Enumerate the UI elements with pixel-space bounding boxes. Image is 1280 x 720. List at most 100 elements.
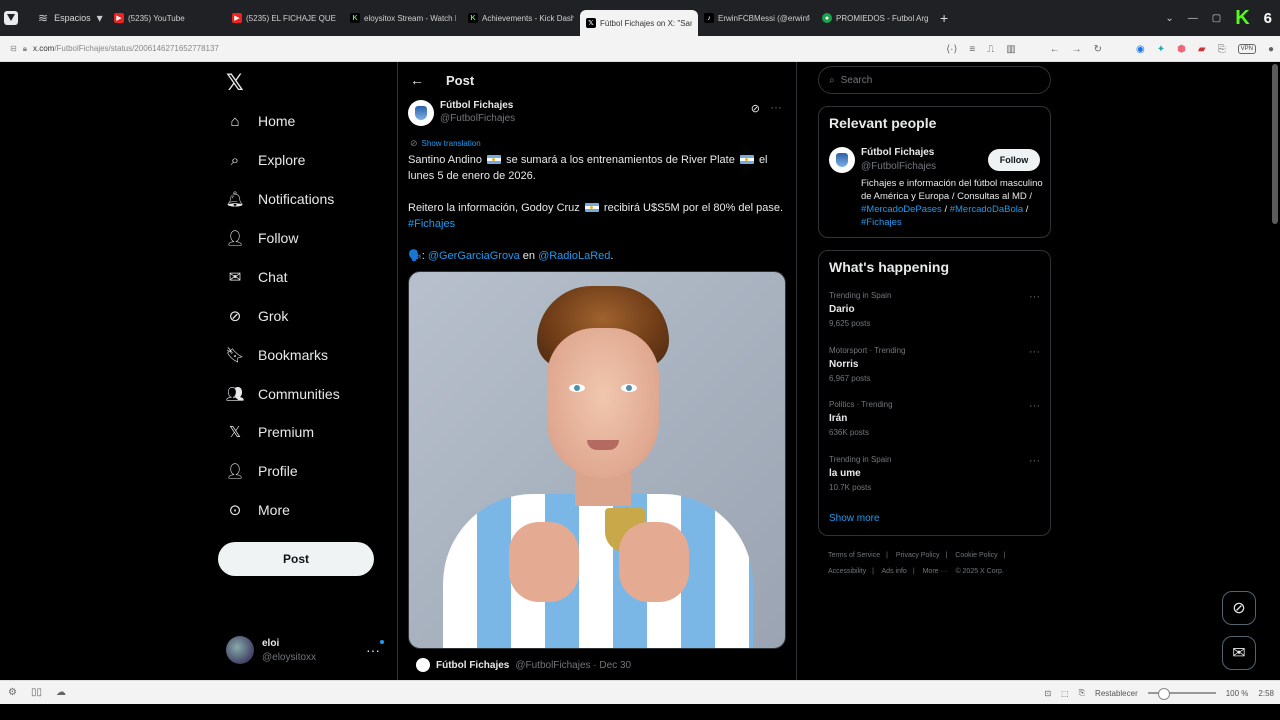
footer-link[interactable]: Accessibility xyxy=(828,568,866,575)
nav-chat[interactable]: ✉ Chat xyxy=(226,265,288,289)
more-icon: ··· xyxy=(366,642,380,658)
minimize-icon[interactable]: — xyxy=(1188,13,1198,24)
more-icon[interactable]: ··· xyxy=(1029,346,1040,358)
mention-link[interactable]: @GerGarciaGrova xyxy=(428,250,520,262)
speaking-head-icon: 🗣️: xyxy=(408,250,425,262)
nav-explore[interactable]: ⌕ Explore xyxy=(226,148,306,172)
window-controls: ⌄ — ▢ K 6 xyxy=(1165,0,1280,36)
forward-icon[interactable]: → xyxy=(1072,44,1082,55)
relevant-people-panel: Relevant people Fútbol Fichajes @FutbolF… xyxy=(818,106,1051,238)
extension-icon[interactable]: ◉ xyxy=(1136,44,1145,55)
extension-icon[interactable]: ⬢ xyxy=(1177,44,1186,55)
relevant-person-handle[interactable]: @FutbolFichajes xyxy=(861,161,936,172)
post-image[interactable] xyxy=(408,271,786,649)
nav-grok[interactable]: ⊘ Grok xyxy=(226,304,289,328)
back-icon[interactable]: ← xyxy=(1050,44,1060,55)
trend-item[interactable]: Politics · Trending Irán 636K posts ··· xyxy=(829,400,1042,444)
hashtag-link[interactable]: #Fichajes xyxy=(408,218,455,230)
tab-x-post[interactable]: 𝕏 Fútbol Fichajes on X: "Sant xyxy=(580,10,698,36)
profile-icon[interactable]: ● xyxy=(1268,44,1274,55)
footer-link[interactable]: Cookie Policy xyxy=(955,552,997,559)
tab-promiedos[interactable]: ● PROMIEDOS - Futbol Argen xyxy=(816,6,934,30)
author-avatar[interactable] xyxy=(408,100,434,126)
grok-icon[interactable]: ⊘ xyxy=(751,102,760,115)
follow-button[interactable]: Follow xyxy=(988,149,1040,171)
more-icon[interactable]: ··· xyxy=(770,100,782,114)
more-icon[interactable]: ··· xyxy=(1029,291,1040,303)
tab-youtube[interactable]: ▶ (5235) YouTube xyxy=(108,6,226,30)
hashtag-link[interactable]: #MercadoDePases xyxy=(861,204,942,215)
extension-icon[interactable]: ⎘ xyxy=(1218,44,1226,55)
site-info-icon[interactable]: ⊟ xyxy=(10,44,17,53)
tab-kick-stream[interactable]: K eloysitox Stream - Watch Li xyxy=(344,6,462,30)
nav-communities[interactable]: 👥︎ Communities xyxy=(225,382,339,406)
tiling-icon[interactable]: ⬚ xyxy=(1061,689,1069,698)
author-avatar[interactable] xyxy=(829,147,855,173)
maximize-icon[interactable]: ▢ xyxy=(1212,13,1221,24)
extension-icon[interactable]: ▰ xyxy=(1198,44,1206,55)
author-handle[interactable]: @FutbolFichajes xyxy=(440,113,515,124)
settings-icon[interactable]: ⚙ xyxy=(8,687,17,698)
kick-overlay-count: 6 xyxy=(1263,9,1272,27)
show-more-link[interactable]: Show more xyxy=(829,513,880,524)
page-scrollbar[interactable] xyxy=(1272,64,1278,224)
trend-item[interactable]: Trending in Spain la ume 10.7K posts ··· xyxy=(829,455,1042,499)
nav-notifications[interactable]: 🔔︎ Notifications xyxy=(225,187,334,211)
footer-link[interactable]: Ads info xyxy=(882,568,907,575)
nav-profile[interactable]: 👤︎ Profile xyxy=(225,459,297,483)
post-button[interactable]: Post xyxy=(218,542,374,576)
page-actions-icon[interactable]: ⎘ xyxy=(1079,688,1085,698)
account-switcher[interactable]: eloi @eloysitoxx ··· xyxy=(226,636,386,666)
reader-icon[interactable]: ⟨·⟩ xyxy=(946,44,957,55)
hashtag-link[interactable]: #MercadoDaBola xyxy=(950,204,1023,215)
relevant-person-name[interactable]: Fútbol Fichajes xyxy=(861,147,934,158)
tab-list-icon[interactable]: ⌄ xyxy=(1165,13,1173,24)
vivaldi-menu-icon[interactable] xyxy=(4,11,18,25)
zoom-reset-button[interactable]: Restablecer xyxy=(1095,689,1138,698)
footer-link[interactable]: Privacy Policy xyxy=(896,552,940,559)
messages-floating-button[interactable]: ✉ xyxy=(1222,636,1256,670)
screen-bottom-edge xyxy=(0,704,1280,720)
url-field[interactable]: ⊟ 🔒︎ x.com/FutbolFichajes/status/2006146… xyxy=(10,44,219,54)
x-logo-icon[interactable]: 𝕏 xyxy=(226,70,244,96)
spaces-button[interactable]: ≋ Espacios ▾ xyxy=(38,11,108,25)
panel-toggle-icon[interactable]: ▯▯ xyxy=(31,687,42,698)
panel-icon[interactable]: ▥ xyxy=(1006,44,1015,55)
trend-item[interactable]: Motorsport · Trending Norris 6,967 posts… xyxy=(829,346,1042,390)
reload-icon[interactable]: ↻ xyxy=(1094,44,1102,55)
search-input[interactable]: ⌕ Search xyxy=(818,66,1051,94)
new-tab-button[interactable]: + xyxy=(940,10,948,26)
bookmark-page-icon[interactable]: ⎍ xyxy=(987,44,994,55)
nav-premium[interactable]: 𝕏 Premium xyxy=(226,420,314,444)
mention-link[interactable]: @RadioLaRed xyxy=(538,250,610,262)
footer-link[interactable]: Terms of Service xyxy=(828,552,880,559)
relevant-people-title: Relevant people xyxy=(829,115,937,131)
footer-link[interactable]: More ··· xyxy=(923,568,948,575)
nav-home[interactable]: ⌂ Home xyxy=(226,109,295,133)
more-icon[interactable]: ··· xyxy=(1029,400,1040,412)
search-icon: ⌕ xyxy=(829,74,835,86)
tab-youtube-video[interactable]: ▶ (5235) EL FICHAJE QUE NO xyxy=(226,6,344,30)
grok-floating-button[interactable]: ⊘ xyxy=(1222,591,1256,625)
post-author: Fútbol Fichajes @FutbolFichajes ⊘ ··· xyxy=(408,98,788,128)
tab-kick-dashboard[interactable]: K Achievements - Kick Dashb xyxy=(462,6,580,30)
vpn-button[interactable]: VPN xyxy=(1237,44,1256,54)
cloud-sync-icon[interactable]: ☁ xyxy=(56,687,66,698)
capture-icon[interactable]: ⊡ xyxy=(1044,689,1051,698)
list-icon[interactable]: ≡ xyxy=(969,44,975,55)
extension-icon[interactable]: ✦ xyxy=(1157,44,1165,55)
status-bar-right: ⊡ ⬚ ⎘ Restablecer 100 % 2:58 xyxy=(1044,681,1274,705)
tab-tiktok[interactable]: ♪ ErwinFCBMessi (@erwinfcb xyxy=(698,6,816,30)
trend-item[interactable]: Trending in Spain Dario 9,625 posts ··· xyxy=(829,291,1042,335)
more-icon[interactable]: ··· xyxy=(1029,455,1040,467)
back-arrow-icon[interactable]: ← xyxy=(410,72,424,88)
nav-more[interactable]: ⊙ More xyxy=(226,498,290,522)
url-path: /FutbolFichajes/status/20061462716527781… xyxy=(54,44,219,53)
author-name[interactable]: Fútbol Fichajes xyxy=(440,100,513,111)
zoom-slider[interactable] xyxy=(1147,688,1216,700)
hashtag-link[interactable]: #Fichajes xyxy=(861,217,902,228)
quoted-post-header[interactable]: Fútbol Fichajes @FutbolFichajes · Dec 30 xyxy=(416,658,631,672)
show-translation-link[interactable]: ⊘ Show translation xyxy=(410,138,481,149)
nav-bookmarks[interactable]: 🔖︎ Bookmarks xyxy=(225,343,328,367)
nav-follow[interactable]: 👤︎ Follow xyxy=(225,226,298,250)
